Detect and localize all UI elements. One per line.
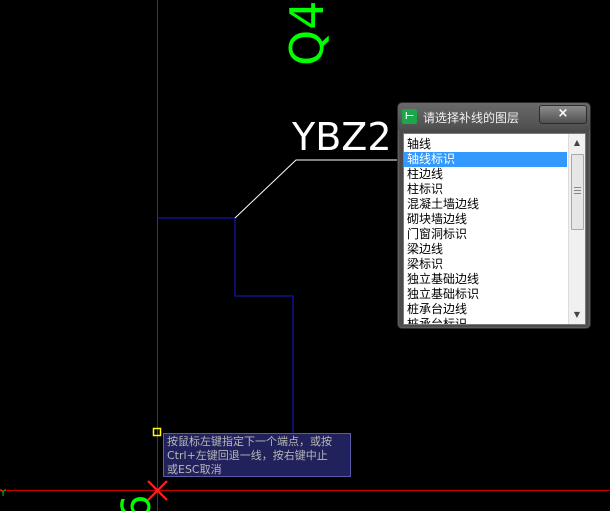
tooltip-line: 按鼠标左键指定下一个端点，或按 (167, 435, 332, 448)
layer-list-item[interactable]: 轴线 (404, 137, 567, 152)
layer-listbox[interactable]: 轴线 轴线标识 柱边线 柱标识 混凝土墙边线 砌块墙边线 门窗洞标识 梁边线 梁标识 独立基础边线… (403, 133, 586, 325)
dialog-titlebar[interactable]: ⊢ 请选择补线的图层 × (398, 103, 590, 130)
listbox-scrollbar[interactable]: ▲ ▼ (568, 134, 585, 324)
scroll-thumb[interactable] (571, 154, 584, 230)
axis-tag-bottom: 6 (114, 495, 160, 511)
leader-line (234, 159, 400, 219)
scroll-down-icon[interactable]: ▼ (572, 309, 582, 321)
tooltip-line: 或ESC取消 (167, 463, 222, 476)
layer-list: 轴线 轴线标识 柱边线 柱标识 混凝土墙边线 砌块墙边线 门窗洞标识 梁边线 梁标识 独立基础边线… (404, 137, 567, 324)
layer-list-item[interactable]: 独立基础边线 (404, 272, 567, 287)
layer-list-item[interactable]: 门窗洞标识 (404, 227, 567, 242)
tooltip-line: Ctrl+左键回退一线，按右键中止 (167, 449, 328, 462)
layer-list-item[interactable]: 混凝土墙边线 (404, 197, 567, 212)
grip-line (574, 193, 581, 194)
dialog-title: 请选择补线的图层 (423, 111, 520, 125)
layer-list-item[interactable]: 梁标识 (404, 257, 567, 272)
layer-list-item[interactable]: 桩承台标识 (404, 317, 567, 324)
grip-line (574, 187, 581, 188)
column-outline (158, 217, 294, 433)
command-tooltip: 按鼠标左键指定下一个端点，或按 Ctrl+左键回退一线，按右键中止 或ESC取消 (163, 433, 351, 477)
layer-list-item[interactable]: 砌块墙边线 (404, 212, 567, 227)
axis-tag-top: Q4 (280, 1, 334, 66)
close-button[interactable]: × (539, 105, 587, 124)
layer-select-dialog: ⊢ 请选择补线的图层 × 轴线 轴线标识 柱边线 柱标识 混凝土墙边线 砌块墙边线 门窗洞标… (397, 102, 591, 329)
layer-list-item[interactable]: 桩承台边线 (404, 302, 567, 317)
layer-list-item[interactable]: 轴线标识 (404, 152, 567, 167)
y-axis-label: Y (0, 488, 7, 499)
layer-list-item[interactable]: 柱边线 (404, 167, 567, 182)
layer-list-item[interactable]: 梁边线 (404, 242, 567, 257)
scroll-up-icon[interactable]: ▲ (572, 137, 582, 149)
layer-list-item[interactable]: 独立基础标识 (404, 287, 567, 302)
grip-line (574, 190, 581, 191)
app-layer-icon: ⊢ (402, 109, 417, 124)
element-tag-label: YBZ2 (291, 115, 392, 159)
layer-list-item[interactable]: 柱标识 (404, 182, 567, 197)
